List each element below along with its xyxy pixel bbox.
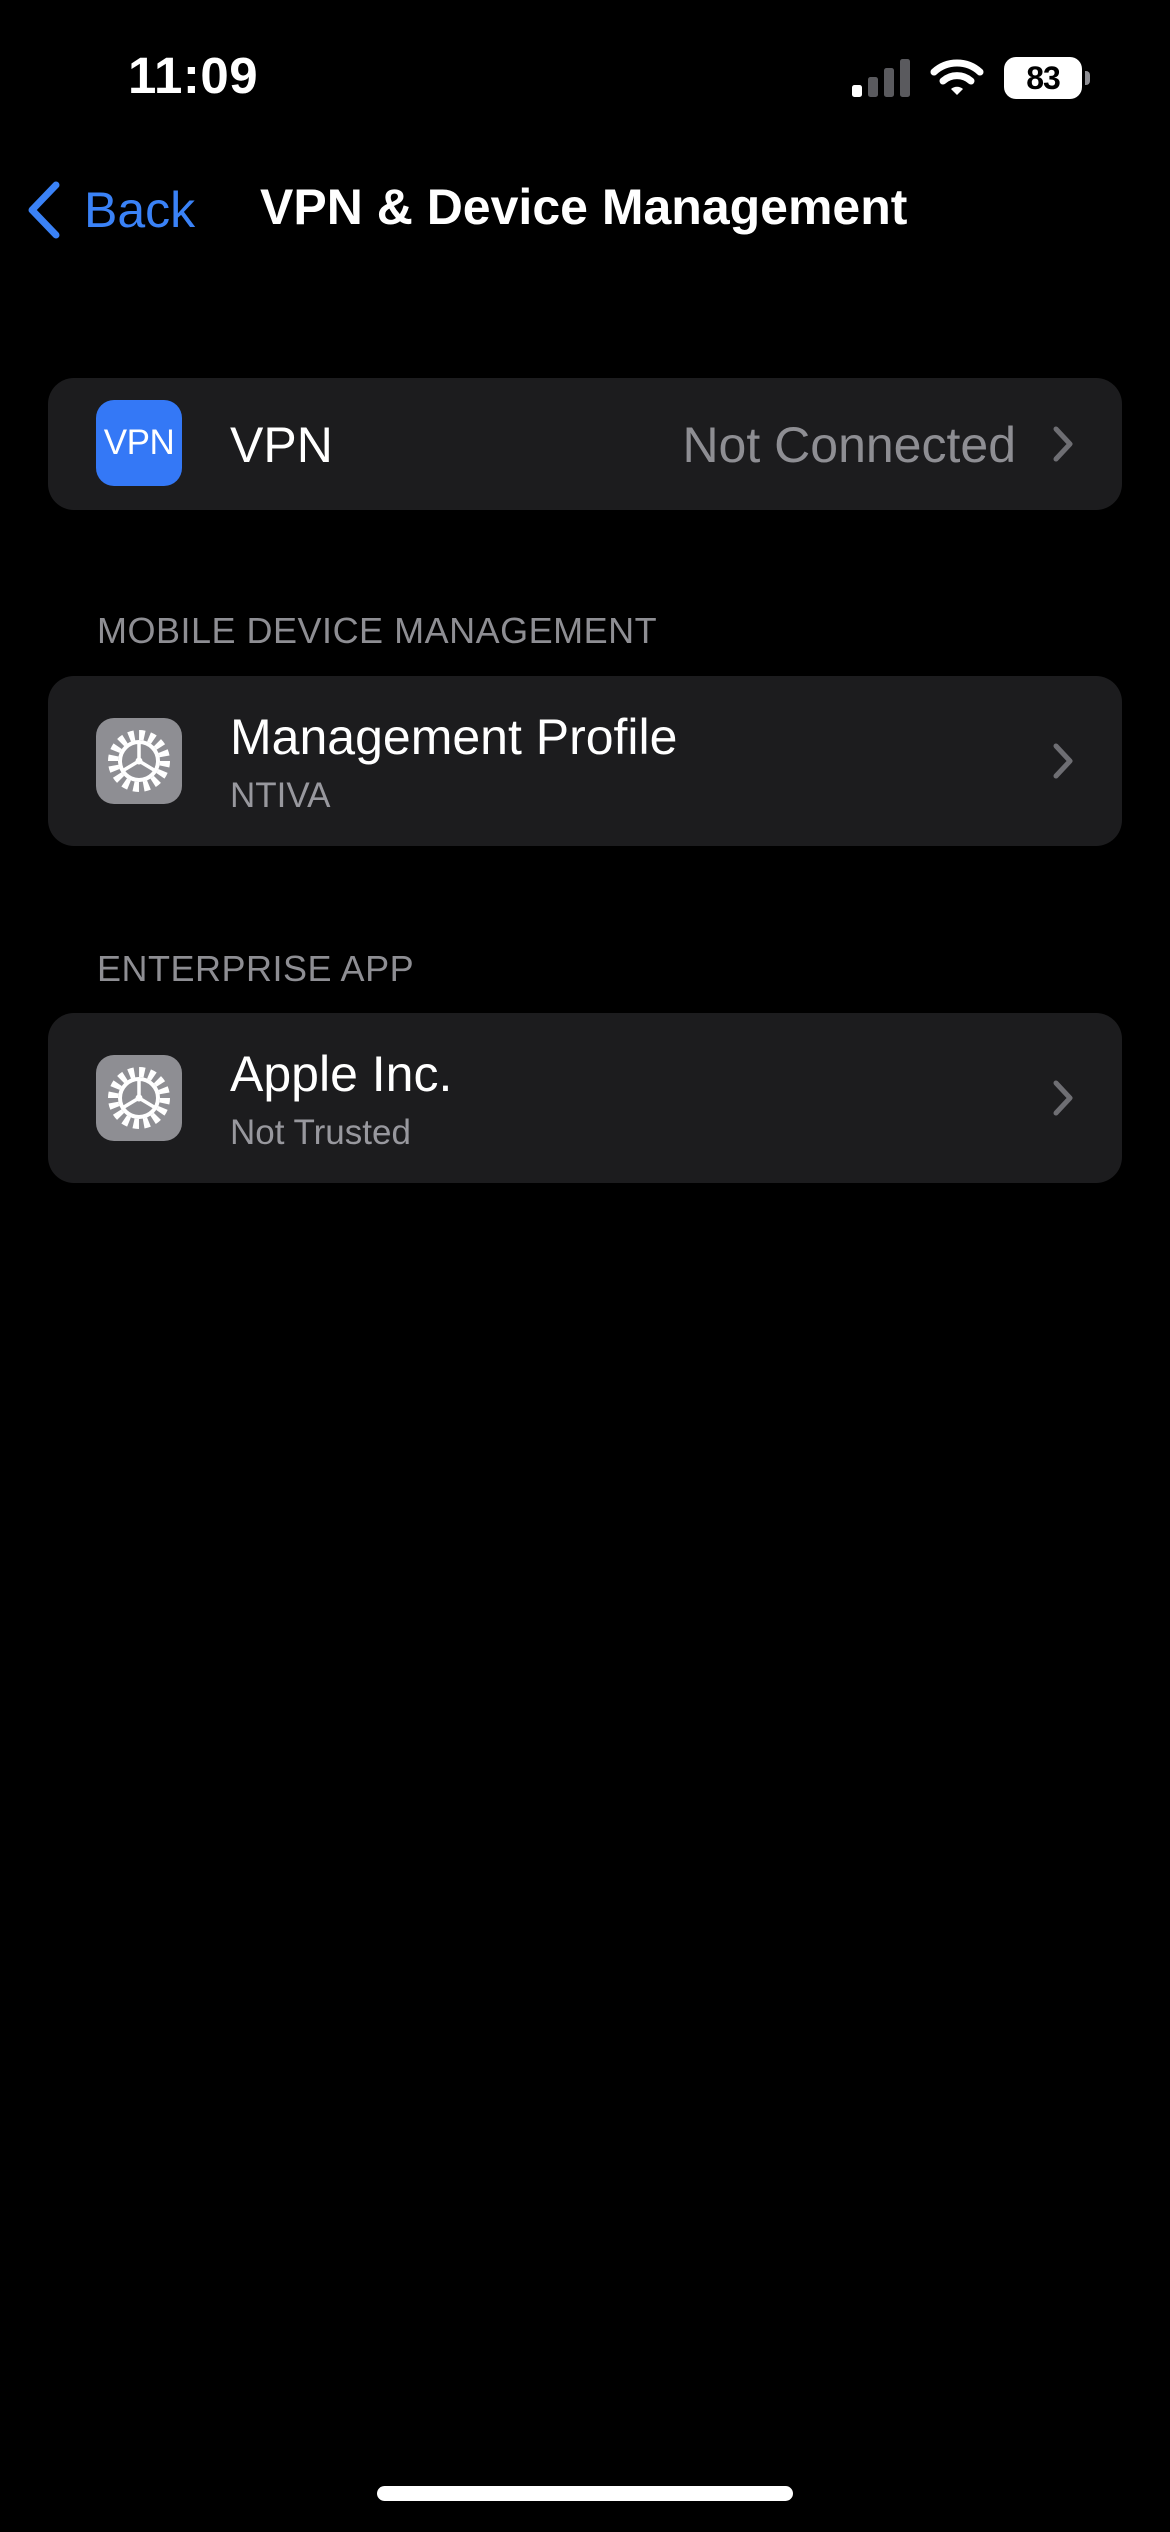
mdm-group: Management Profile NTIVA <box>48 676 1122 846</box>
battery-tip <box>1085 71 1090 85</box>
management-profile-title: Management Profile <box>230 709 678 765</box>
back-button[interactable]: Back <box>26 175 195 245</box>
chevron-right-icon <box>1053 426 1073 462</box>
enterprise-group: Apple Inc. Not Trusted <box>48 1013 1122 1183</box>
nav-bar: Back VPN & Device Management <box>0 160 1170 260</box>
status-bar: 11:09 83 <box>0 0 1170 160</box>
gear-icon <box>108 730 170 792</box>
battery-level: 83 <box>1026 59 1061 96</box>
vpn-row[interactable]: VPN VPN Not Connected <box>48 378 1122 510</box>
battery-icon: 83 <box>1004 57 1090 99</box>
back-label: Back <box>84 182 196 238</box>
management-profile-row[interactable]: Management Profile NTIVA <box>48 676 1122 846</box>
battery-body: 83 <box>1004 57 1082 99</box>
vpn-icon-label: VPN <box>103 423 175 462</box>
back-chevron-icon <box>28 181 60 239</box>
vpn-group: VPN VPN Not Connected <box>48 378 1122 510</box>
vpn-row-title: VPN <box>230 417 333 473</box>
apple-inc-row[interactable]: Apple Inc. Not Trusted <box>48 1013 1122 1183</box>
enterprise-section-header: ENTERPRISE APP <box>97 948 415 989</box>
signal-icon <box>852 59 910 97</box>
status-time: 11:09 <box>128 47 259 104</box>
gear-icon <box>108 1067 170 1129</box>
chevron-right-icon <box>1053 743 1073 779</box>
management-profile-subtitle: NTIVA <box>230 776 331 815</box>
page-title: VPN & Device Management <box>260 179 908 235</box>
wifi-icon <box>930 59 984 95</box>
settings-gear-icon <box>96 718 182 804</box>
apple-inc-subtitle: Not Trusted <box>230 1113 411 1152</box>
mdm-section-header: MOBILE DEVICE MANAGEMENT <box>97 610 658 651</box>
vpn-status-value: Not Connected <box>682 417 1016 473</box>
home-indicator[interactable] <box>377 2486 793 2501</box>
settings-gear-icon <box>96 1055 182 1141</box>
vpn-icon: VPN <box>96 400 182 486</box>
apple-inc-title: Apple Inc. <box>230 1046 453 1102</box>
status-icons: 83 <box>852 52 1090 104</box>
chevron-right-icon <box>1053 1080 1073 1116</box>
